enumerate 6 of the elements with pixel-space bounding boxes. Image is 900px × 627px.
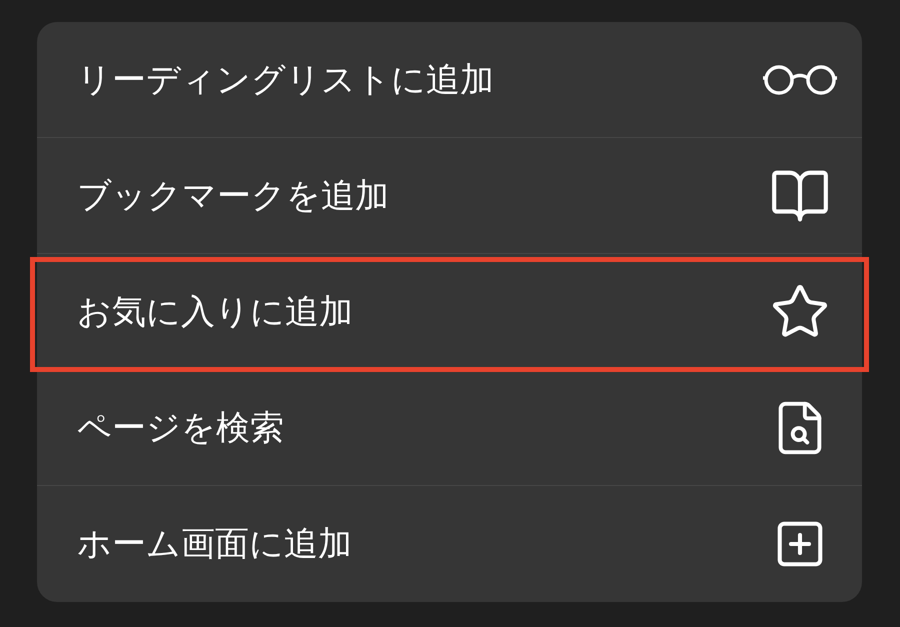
menu-item[interactable]: ホーム画面に追加 <box>77 527 352 561</box>
menu-item[interactable]: ページを検索 <box>77 410 284 444</box>
glasses-icon <box>762 62 838 96</box>
menu-item[interactable]: ブックマークを追加 <box>77 178 389 212</box>
menu-item[interactable]: リーディングリストに追加 <box>77 62 494 96</box>
menu-item[interactable]: お気に入りに追加 <box>77 294 353 328</box>
